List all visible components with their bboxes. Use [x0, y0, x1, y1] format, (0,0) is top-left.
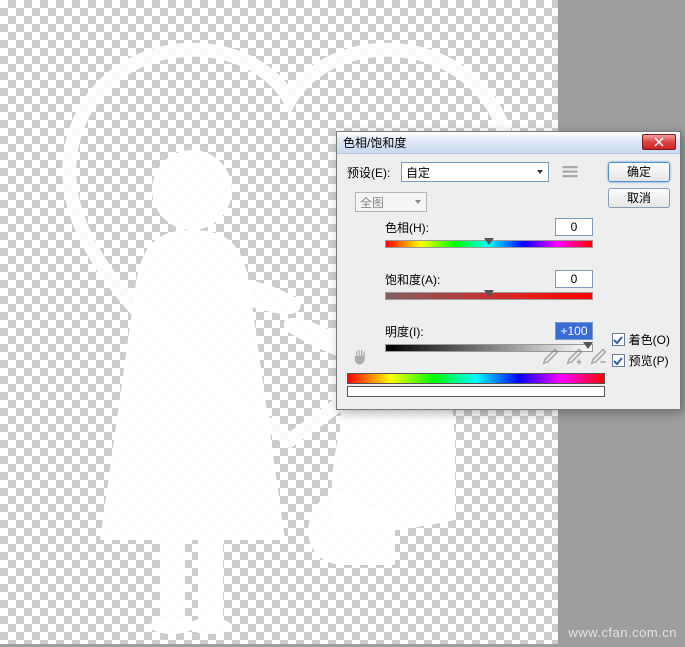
scrubby-hand-icon[interactable] — [351, 347, 371, 367]
hue-input[interactable]: 0 — [555, 218, 593, 236]
saturation-label: 饱和度(A): — [385, 271, 440, 288]
hue-slider-row: 色相(H): 0 — [385, 218, 593, 252]
spectrum-source — [347, 373, 605, 384]
dialog-body: 预设(E): 自定 确定 取消 全图 色相(H): 0 — [337, 154, 680, 409]
spectrum-result — [347, 386, 605, 397]
spectrum-strip — [347, 373, 605, 401]
close-button[interactable] — [642, 134, 676, 150]
ok-button[interactable]: 确定 — [608, 162, 670, 182]
dialog-title: 色相/饱和度 — [343, 134, 406, 151]
eyedropper-icon[interactable] — [540, 347, 560, 367]
preview-row: 预览(P) — [612, 352, 670, 369]
hue-saturation-dialog: 色相/饱和度 预设(E): 自定 确定 取消 全图 — [336, 131, 681, 410]
eyedropper-minus-icon[interactable] — [588, 347, 608, 367]
edit-range-dropdown[interactable]: 全图 — [355, 192, 427, 212]
preset-value: 自定 — [406, 164, 430, 181]
colorize-label: 着色(O) — [629, 331, 670, 348]
chevron-down-icon — [414, 195, 422, 209]
cancel-button[interactable]: 取消 — [608, 188, 670, 208]
dialog-titlebar[interactable]: 色相/饱和度 — [337, 132, 680, 154]
colorize-checkbox[interactable] — [612, 333, 625, 346]
preview-checkbox[interactable] — [612, 354, 625, 367]
preset-dropdown[interactable]: 自定 — [401, 162, 549, 182]
chevron-down-icon — [536, 168, 544, 176]
eyedropper-plus-icon[interactable] — [564, 347, 584, 367]
watermark: www.cfan.com.cn — [568, 625, 677, 640]
colorize-row: 着色(O) — [612, 331, 670, 348]
hue-label: 色相(H): — [385, 219, 429, 236]
preset-menu-icon[interactable] — [561, 163, 579, 181]
hue-slider[interactable] — [385, 240, 593, 252]
lightness-label: 明度(I): — [385, 323, 424, 340]
preview-label: 预览(P) — [629, 352, 669, 369]
eyedropper-group — [540, 347, 608, 367]
saturation-slider[interactable] — [385, 292, 593, 304]
hue-slider-thumb[interactable] — [484, 238, 494, 245]
lightness-input[interactable]: +100 — [555, 322, 593, 340]
close-icon — [654, 137, 664, 147]
checkbox-group: 着色(O) 预览(P) — [612, 327, 670, 369]
saturation-slider-thumb[interactable] — [484, 290, 494, 297]
saturation-slider-row: 饱和度(A): 0 — [385, 270, 593, 304]
saturation-input[interactable]: 0 — [555, 270, 593, 288]
edit-range-value: 全图 — [360, 194, 384, 211]
preset-label: 预设(E): — [347, 164, 397, 181]
